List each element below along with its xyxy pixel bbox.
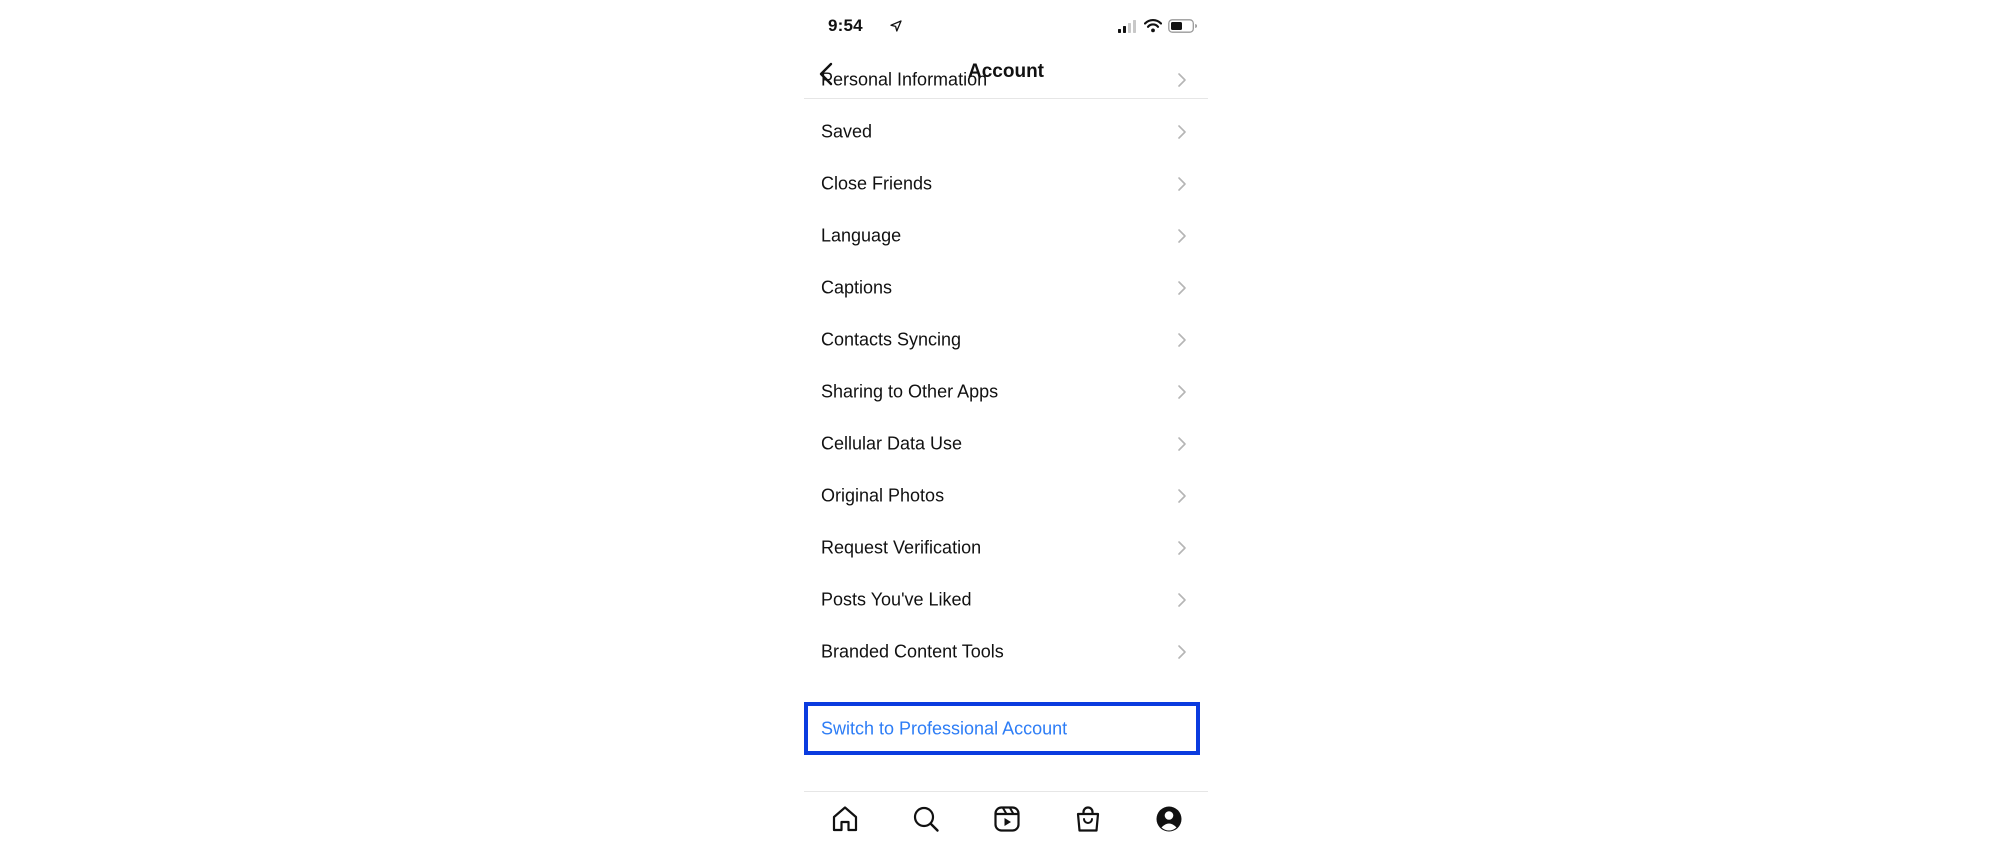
- wifi-icon: [1144, 19, 1162, 33]
- menu-item-label: Saved: [821, 121, 873, 142]
- phone-screen: 9:54 Account Personal Information Saved …: [804, 0, 1208, 854]
- menu-item-label: Contacts Syncing: [821, 329, 962, 350]
- menu-item-label: Language: [821, 225, 902, 246]
- menu-item-posts-youve-liked[interactable]: Posts You've Liked: [804, 574, 1208, 626]
- location-arrow-icon: [890, 20, 902, 32]
- chevron-right-icon: [1178, 437, 1186, 451]
- menu-item-label: Branded Content Tools: [821, 641, 1004, 662]
- menu-item-language[interactable]: Language: [804, 210, 1208, 262]
- chevron-right-icon: [1178, 385, 1186, 399]
- chevron-right-icon: [1178, 333, 1186, 347]
- shop-icon[interactable]: [1073, 804, 1103, 834]
- menu-item-contacts-syncing[interactable]: Contacts Syncing: [804, 314, 1208, 366]
- chevron-right-icon: [1178, 541, 1186, 555]
- battery-icon: [1168, 19, 1197, 33]
- search-icon[interactable]: [911, 804, 941, 834]
- chevron-right-icon: [1178, 125, 1186, 139]
- menu-item-close-friends[interactable]: Close Friends: [804, 158, 1208, 210]
- menu-item-personal-information[interactable]: Personal Information: [804, 54, 1208, 106]
- chevron-right-icon: [1178, 281, 1186, 295]
- menu-item-saved[interactable]: Saved: [804, 106, 1208, 158]
- menu-item-cellular-data-use[interactable]: Cellular Data Use: [804, 418, 1208, 470]
- cellular-signal-icon: [1118, 20, 1136, 33]
- status-time: 9:54: [828, 16, 863, 35]
- menu-item-branded-content-tools[interactable]: Branded Content Tools: [804, 626, 1208, 678]
- menu-item-label: Posts You've Liked: [821, 589, 972, 610]
- menu-item-original-photos[interactable]: Original Photos: [804, 470, 1208, 522]
- chevron-right-icon: [1178, 177, 1186, 191]
- chevron-right-icon: [1178, 645, 1186, 659]
- status-bar: 9:54: [804, 0, 1208, 52]
- chevron-right-icon: [1178, 229, 1186, 243]
- menu-item-label: Close Friends: [821, 173, 933, 194]
- switch-to-professional-account-button[interactable]: Switch to Professional Account: [804, 702, 1200, 755]
- menu-item-label: Cellular Data Use: [821, 433, 963, 454]
- menu-item-request-verification[interactable]: Request Verification: [804, 522, 1208, 574]
- chevron-right-icon: [1178, 593, 1186, 607]
- menu-item-label: Captions: [821, 277, 893, 298]
- profile-icon[interactable]: [1154, 804, 1184, 834]
- menu-item-captions[interactable]: Captions: [804, 262, 1208, 314]
- reels-icon[interactable]: [992, 804, 1022, 834]
- menu-item-label: Personal Information: [821, 69, 988, 90]
- chevron-right-icon: [1178, 73, 1186, 87]
- bottom-tab-bar: [804, 791, 1208, 855]
- home-icon[interactable]: [830, 804, 860, 834]
- menu-item-label: Request Verification: [821, 537, 982, 558]
- menu-item-sharing-to-other-apps[interactable]: Sharing to Other Apps: [804, 366, 1208, 418]
- switch-to-professional-account-label: Switch to Professional Account: [821, 718, 1068, 738]
- menu-item-label: Sharing to Other Apps: [821, 381, 999, 402]
- chevron-right-icon: [1178, 489, 1186, 503]
- menu-item-label: Original Photos: [821, 485, 945, 506]
